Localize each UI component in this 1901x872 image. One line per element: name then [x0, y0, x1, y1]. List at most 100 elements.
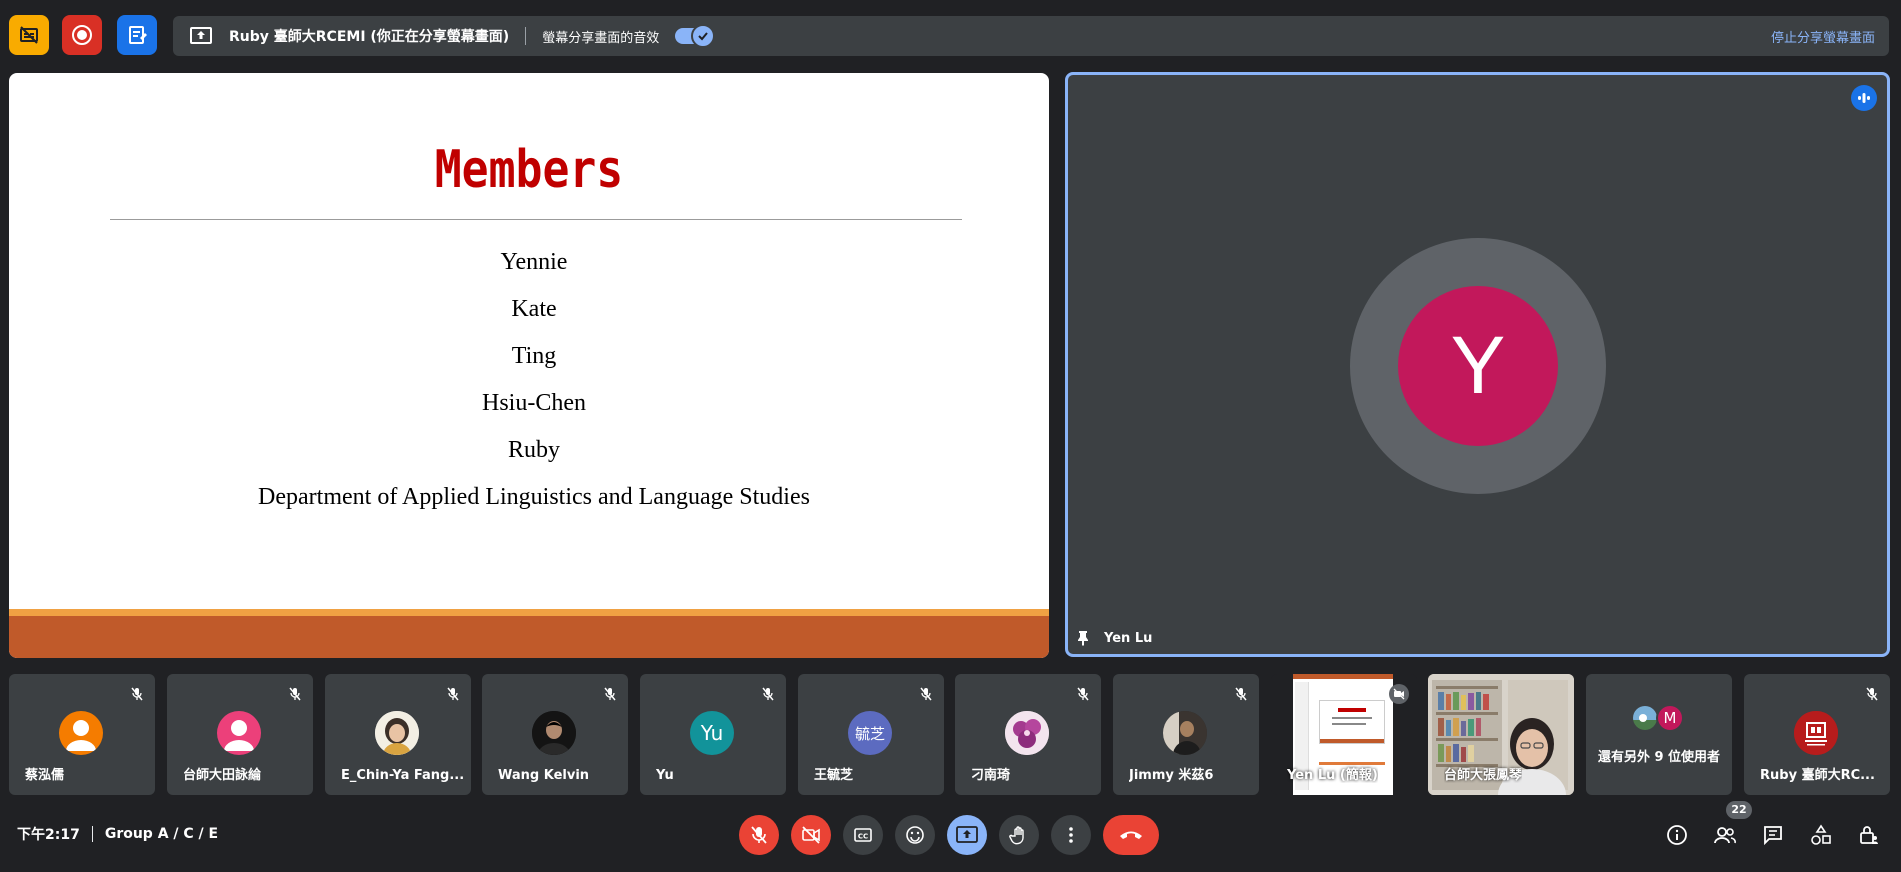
speaking-indicator-icon	[1851, 85, 1877, 111]
participant-tile[interactable]: 蔡泓儒	[9, 674, 155, 795]
featured-avatar-ring: Y	[1350, 238, 1606, 494]
present-icon	[956, 826, 978, 843]
participant-name: Yu	[656, 768, 674, 783]
participant-name: Jimmy 米茲6	[1129, 768, 1214, 783]
no-captions-button[interactable]	[9, 15, 49, 55]
person-icon	[66, 720, 96, 751]
shapes-icon	[1811, 824, 1831, 845]
more-participants-tile[interactable]: M 還有另外 9 位使用者	[1586, 674, 1732, 795]
camera-toggle-button[interactable]	[791, 815, 831, 855]
slide-member-list: Yennie Kate Ting Hsiu-Chen Ruby Departme…	[9, 247, 1049, 529]
mic-off-icon	[918, 686, 934, 702]
captions-button[interactable]: CC	[843, 815, 883, 855]
chat-icon	[1764, 826, 1782, 846]
participant-name: 台師大田詠綸	[183, 768, 262, 783]
screen-share-icon	[173, 26, 229, 46]
mic-toggle-button[interactable]	[739, 815, 779, 855]
participant-tile-video[interactable]: 台師大張鳳琴	[1428, 674, 1574, 795]
participant-name: E_Chin-Ya Fang...	[341, 768, 465, 783]
thumb-line	[1332, 723, 1366, 725]
participant-photo	[1005, 711, 1049, 755]
camera-off-icon	[802, 826, 820, 844]
thumb-line	[1332, 717, 1372, 719]
thumb-title	[1338, 708, 1366, 712]
slide-member-name: Hsiu-Chen	[482, 390, 586, 416]
check-icon	[691, 24, 716, 48]
divider	[91, 826, 93, 842]
mic-off-icon	[1864, 686, 1880, 702]
slide-footer-accent	[9, 609, 1049, 616]
mic-off-icon	[760, 686, 776, 702]
banner-divider	[525, 27, 527, 45]
activities-button[interactable]	[1806, 820, 1836, 850]
emoji-icon	[906, 826, 924, 844]
info-icon	[1667, 825, 1687, 845]
people-count-badge: 22	[1726, 801, 1752, 819]
notes-button[interactable]	[117, 15, 157, 55]
participant-avatar: Yu	[690, 711, 734, 755]
caption-off-icon	[20, 26, 38, 44]
hang-up-icon	[1120, 831, 1142, 839]
chat-button[interactable]	[1758, 820, 1788, 850]
participant-photo	[532, 711, 576, 755]
pin-icon[interactable]	[1076, 630, 1090, 646]
reactions-button[interactable]	[895, 815, 935, 855]
person-icon	[224, 720, 254, 751]
meeting-details-button[interactable]	[1662, 820, 1692, 850]
recording-button[interactable]	[62, 15, 102, 55]
participant-name: Wang Kelvin	[498, 768, 590, 783]
featured-participant-tile[interactable]: Y Yen Lu	[1065, 72, 1890, 657]
participant-avatar: 毓芝	[848, 711, 892, 755]
raise-hand-button[interactable]	[999, 815, 1039, 855]
meeting-name: Group A / C / E	[104, 826, 219, 842]
screen-share-banner: Ruby 臺師大RCEMI (你正在分享螢幕畫面) 螢幕分享畫面的音效 停止分享…	[173, 16, 1889, 56]
hand-icon	[1009, 826, 1024, 845]
participant-tile[interactable]: 刁南琦	[955, 674, 1101, 795]
participant-name: 王毓芝	[814, 768, 854, 783]
host-controls-button[interactable]	[1854, 820, 1884, 850]
more-participants-label: 還有另外 9 位使用者	[1597, 750, 1721, 765]
mic-off-icon	[129, 686, 145, 702]
closed-caption-icon: CC	[854, 828, 872, 842]
featured-name: Yen Lu	[1104, 630, 1153, 646]
featured-avatar: Y	[1398, 286, 1558, 446]
participant-tile[interactable]: Jimmy 米茲6	[1113, 674, 1259, 795]
mic-off-icon	[287, 686, 303, 702]
participant-logo	[1794, 711, 1838, 755]
participant-tile[interactable]: Ruby 臺師大RC...	[1744, 674, 1890, 795]
participant-name: 台師大張鳳琴	[1444, 768, 1523, 783]
leave-call-button[interactable]	[1103, 815, 1159, 855]
participant-tile[interactable]: 毓芝 王毓芝	[798, 674, 944, 795]
participant-tile[interactable]: E_Chin-Ya Fang...	[325, 674, 471, 795]
mic-off-icon	[751, 826, 767, 844]
slide-department: Department of Applied Linguistics and La…	[258, 484, 810, 510]
participant-avatar	[59, 711, 103, 755]
lock-person-icon	[1860, 826, 1878, 844]
clock-time: 下午2:17	[17, 827, 80, 843]
share-audio-toggle[interactable]	[675, 24, 716, 48]
participant-name: Ruby 臺師大RC...	[1760, 768, 1875, 783]
participant-photo	[1631, 704, 1659, 732]
slide-member-name: Kate	[511, 296, 557, 322]
share-audio-label: 螢幕分享畫面的音效	[542, 30, 660, 46]
present-screen-button[interactable]	[947, 815, 987, 855]
participant-tile[interactable]: Wang Kelvin	[482, 674, 628, 795]
people-button[interactable]	[1710, 820, 1740, 850]
participant-photo	[375, 711, 419, 755]
notes-icon	[129, 26, 147, 44]
thumb-footer	[1320, 739, 1384, 743]
featured-name-label: Yen Lu	[1076, 630, 1152, 646]
slide-footer-bar	[9, 616, 1049, 658]
participant-tile-presentation[interactable]: Yen Lu (簡報)	[1271, 674, 1417, 795]
participant-avatar	[217, 711, 261, 755]
mic-off-icon	[1075, 686, 1091, 702]
mic-off-icon	[445, 686, 461, 702]
more-vert-icon	[1069, 827, 1073, 843]
record-icon	[72, 25, 92, 45]
participant-tile[interactable]: 台師大田詠綸	[167, 674, 313, 795]
stop-sharing-button[interactable]: 停止分享螢幕畫面	[1771, 27, 1875, 46]
thumb-ribbon	[1293, 674, 1393, 679]
slide-member-name: Ruby	[507, 437, 560, 463]
participant-tile[interactable]: Yu Yu	[640, 674, 786, 795]
more-options-button[interactable]	[1051, 815, 1091, 855]
